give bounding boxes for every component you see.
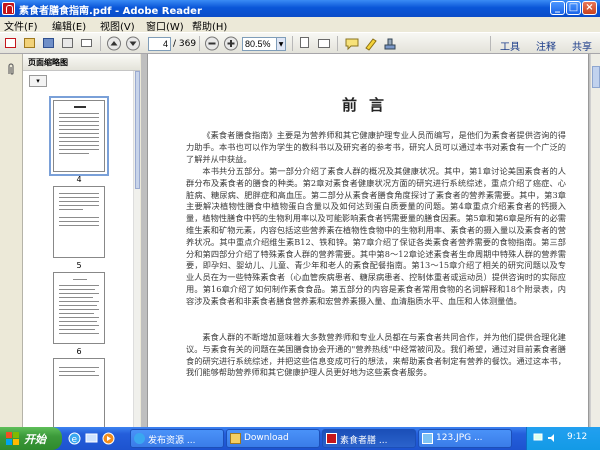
thumbnail-options-icon[interactable]: ▾ (29, 75, 47, 87)
page-thumbnails-panel: 页面缩略图 ▾ 4 5 6 (23, 54, 140, 427)
system-tray: 9:12 (526, 427, 600, 450)
page-thumbnail-5[interactable] (53, 186, 105, 258)
toolbar-separator (199, 36, 200, 51)
menu-window[interactable]: 窗口(W) (146, 18, 184, 33)
close-button[interactable]: × (582, 1, 597, 15)
network-icon[interactable] (533, 433, 543, 443)
save-icon[interactable] (41, 36, 57, 51)
document-scrollbar-thumb[interactable] (592, 66, 600, 88)
minimize-button[interactable]: _ (550, 1, 565, 15)
zoom-level-input[interactable] (242, 37, 277, 51)
zoom-out-icon[interactable] (204, 36, 220, 51)
taskbar-task[interactable]: 发布资源 ... (130, 429, 224, 448)
comment-icon[interactable] (344, 36, 360, 51)
print-icon[interactable] (60, 36, 76, 51)
highlight-icon[interactable] (363, 36, 379, 51)
svg-text:e: e (72, 435, 78, 445)
paragraph-3: 素食人群的不断增加意味着大多数营养师和专业人员都在与素食者共同合作，并为他们提供… (186, 332, 566, 378)
next-page-icon[interactable] (125, 36, 141, 51)
menu-help[interactable]: 帮助(H) (192, 18, 227, 33)
zoom-dropdown-arrow-icon[interactable]: ▼ (276, 37, 286, 51)
thumbnail-page-label: 5 (76, 261, 82, 270)
media-player-icon[interactable] (102, 432, 115, 445)
page-total: / 369 (173, 39, 197, 49)
taskbar: 开始 e 发布资源 ... Download 素食者膳 ... 123.JPG … (0, 427, 600, 450)
tools-button[interactable]: 工具 (500, 38, 520, 53)
thumbnail-page-label: 4 (76, 175, 82, 184)
create-pdf-icon[interactable] (3, 36, 19, 51)
comment-pane-button[interactable]: 注释 (536, 38, 556, 53)
page-number-input[interactable] (148, 37, 171, 51)
thumbnails-scrollbar-thumb[interactable] (135, 71, 140, 189)
menu-edit[interactable]: 编辑(E) (52, 18, 86, 33)
thumbnails-scrollbar[interactable] (133, 71, 140, 427)
taskbar-task[interactable]: Download (226, 429, 320, 448)
menu-file[interactable]: 文件(F) (4, 18, 38, 33)
volume-icon[interactable] (547, 433, 557, 443)
page-thumbnail-6[interactable] (53, 272, 105, 344)
adobe-reader-icon (326, 433, 337, 444)
start-label: 开始 (24, 433, 46, 446)
taskbar-task[interactable]: 123.JPG ... (418, 429, 512, 448)
menu-bar: 文件(F) 编辑(E) 视图(V) 窗口(W) 帮助(H) (0, 17, 600, 33)
paragraph-1: 《素食者膳食指南》主要是为营养师和其它健康护理专业人员而编写，是他们为素食者提供… (186, 130, 566, 164)
thumbnail-page-label: 6 (76, 347, 82, 356)
title-bar[interactable]: 素食者膳食指南.pdf - Adobe Reader _ □ × (0, 0, 600, 17)
paragraph-2: 本书共分五部分。第一部分介绍了素食人群的概况及其健康状况。其中，第1章讨论美国素… (186, 166, 566, 306)
fit-width-icon[interactable] (316, 36, 332, 51)
menu-view[interactable]: 视图(V) (100, 18, 135, 33)
previous-page-icon[interactable] (106, 36, 122, 51)
thumbnails-header-label: 页面缩略图 (28, 58, 68, 67)
task-label: 发布资源 ... (148, 436, 196, 446)
internet-explorer-icon[interactable]: e (68, 432, 81, 445)
window-title: 素食者膳食指南.pdf - Adobe Reader (19, 6, 202, 17)
show-desktop-icon[interactable] (85, 432, 98, 445)
document-scrollbar[interactable] (590, 54, 600, 427)
toolbar-separator (337, 36, 338, 51)
toolbar-separator (490, 36, 491, 51)
share-button[interactable]: 共享 (572, 38, 592, 53)
open-icon[interactable] (22, 36, 38, 51)
page-title: 前言 (341, 96, 396, 114)
paperclip-icon[interactable] (5, 62, 17, 76)
windows-logo-icon (6, 432, 19, 445)
clock[interactable]: 9:12 (567, 432, 587, 442)
browser-icon (134, 433, 145, 444)
task-label: 素食者膳 ... (340, 436, 388, 446)
navigation-strip (0, 54, 23, 427)
folder-icon (230, 433, 241, 444)
toolbar: / 369 ▼ 工具 注释 共享 (0, 32, 600, 54)
stamp-icon[interactable] (382, 36, 398, 51)
toolbar-separator (292, 36, 293, 51)
page-thumbnail-4[interactable] (49, 96, 109, 176)
document-page: 前言 《素食者膳食指南》主要是为营养师和其它健康护理专业人员而编写，是他们为素食… (147, 54, 589, 427)
toolbar-separator (100, 36, 101, 51)
image-viewer-icon (422, 433, 433, 444)
task-label: Download (244, 433, 289, 443)
zoom-in-icon[interactable] (223, 36, 239, 51)
maximize-button[interactable]: □ (566, 1, 581, 15)
document-view[interactable]: 前言 《素食者膳食指南》主要是为营养师和其它健康护理专业人员而编写，是他们为素食… (141, 54, 600, 427)
page-thumbnail-7[interactable] (53, 358, 105, 427)
email-icon[interactable] (79, 36, 95, 51)
fit-page-icon[interactable] (297, 36, 313, 51)
taskbar-task-active[interactable]: 素食者膳 ... (322, 429, 416, 448)
task-label: 123.JPG ... (436, 433, 483, 443)
start-button[interactable]: 开始 (0, 427, 62, 450)
adobe-reader-icon (2, 2, 15, 15)
thumbnails-header: 页面缩略图 (23, 54, 140, 71)
